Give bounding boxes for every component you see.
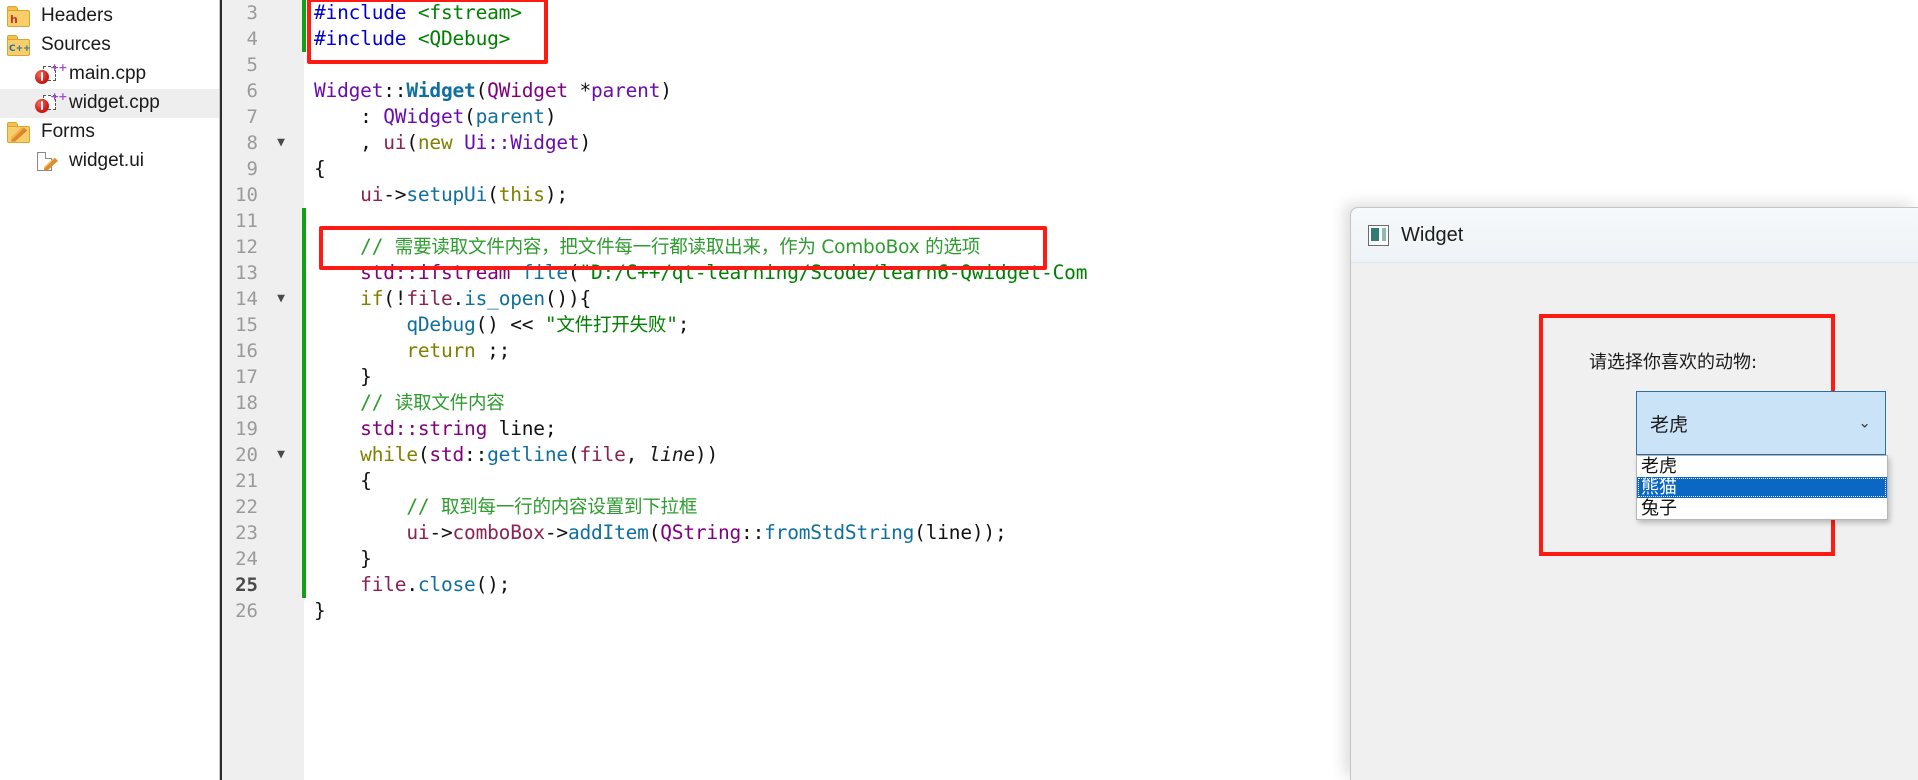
line-number: 7 — [246, 106, 258, 128]
code-line-8: , ui(new Ui::Widget) — [314, 131, 592, 154]
combobox-dropdown-list[interactable]: 老虎 熊猫 兔子 — [1636, 455, 1888, 520]
code-line-23: ui->comboBox->addItem(QString::fromStdSt… — [406, 521, 1007, 544]
code-line-20: while(std::getline(file, line)) — [360, 443, 718, 466]
code-line-14: if(!file.is_open()){ — [360, 287, 592, 310]
tree-item-label: widget.ui — [69, 150, 144, 171]
line-number: 12 — [235, 236, 258, 258]
qt-window-title: Widget — [1401, 223, 1464, 246]
code-line-26: } — [314, 599, 326, 622]
code-line-12: // 需要读取文件内容，把文件每一行都读取出来，作为 ComboBox 的选项 — [314, 235, 981, 258]
tree-item-sources[interactable]: C++ Sources — [0, 31, 219, 60]
code-line-22: // 取到每一行的内容设置到下拉框 — [314, 495, 698, 518]
code-line-15: qDebug() << "文件打开失败"; — [406, 313, 690, 336]
tree-item-widget-cpp[interactable]: ++ widget.cpp — [0, 89, 219, 118]
line-number: 3 — [246, 2, 258, 24]
tree-item-label: widget.cpp — [69, 92, 160, 113]
line-number: 19 — [235, 418, 258, 440]
line-number: 22 — [235, 496, 258, 518]
fold-arrow-icon[interactable]: ▼ — [272, 130, 290, 156]
line-number: 16 — [235, 340, 258, 362]
line-number: 8 — [246, 132, 258, 154]
code-line-3: #include <fstream> — [314, 1, 522, 24]
widget-app-icon — [1368, 224, 1389, 246]
line-number: 24 — [235, 548, 258, 570]
tree-item-main-cpp[interactable]: ++ main.cpp — [0, 60, 219, 89]
code-line-21: { — [314, 469, 372, 492]
line-number: 4 — [246, 28, 258, 50]
tree-item-forms[interactable]: Forms — [0, 118, 219, 147]
code-line-4: #include <QDebug> — [314, 27, 511, 50]
line-number: 15 — [235, 314, 258, 336]
code-line-17: } — [314, 365, 372, 388]
code-line-16: return ;; — [406, 339, 511, 362]
tree-item-label: Forms — [41, 121, 95, 142]
code-line-25: file.close(); — [360, 573, 511, 596]
qt-widget-window[interactable]: Widget 请选择你喜欢的动物: 老虎 ⌄ 老虎 熊猫 兔子 — [1350, 207, 1918, 780]
code-line-10: ui->setupUi(this); — [360, 183, 568, 206]
combobox-selected-value: 老虎 — [1650, 413, 1689, 436]
qt-window-body: 请选择你喜欢的动物: 老虎 ⌄ 老虎 熊猫 兔子 — [1351, 263, 1918, 780]
line-number: 5 — [246, 54, 258, 76]
fold-arrow-icon[interactable]: ▼ — [272, 442, 290, 468]
line-number: 17 — [235, 366, 258, 388]
code-line-24: } — [314, 547, 372, 570]
line-number: 10 — [235, 184, 258, 206]
tree-item-label: Sources — [41, 34, 111, 55]
tree-item-headers[interactable]: h Headers — [0, 2, 219, 31]
tree-item-label: Headers — [41, 5, 113, 26]
code-line-7: : QWidget(parent) — [314, 105, 557, 128]
animal-combobox[interactable]: 老虎 ⌄ — [1636, 391, 1886, 455]
code-line-19: std::string line; — [360, 417, 557, 440]
folder-cpp-icon: C++ — [6, 34, 32, 57]
line-number-current: 25 — [235, 574, 258, 596]
line-number: 23 — [235, 522, 258, 544]
tree-item-label: main.cpp — [69, 63, 147, 84]
project-tree-sidebar: h Headers C++ Sources ++ main.cpp ++ wid… — [0, 0, 220, 780]
qt-window-titlebar[interactable]: Widget — [1351, 208, 1918, 263]
line-number: 13 — [235, 262, 258, 284]
code-line-13: std::ifstream file("D:/C++/qt-learning/S… — [360, 261, 1088, 284]
line-number: 20 — [235, 444, 258, 466]
animal-prompt-label: 请选择你喜欢的动物: — [1589, 352, 1758, 373]
code-line-6: Widget::Widget(QWidget *parent) — [314, 79, 672, 102]
folder-form-icon — [6, 121, 32, 144]
line-number: 9 — [246, 158, 258, 180]
folder-h-icon: h — [6, 5, 32, 28]
line-number-gutter: 3 4 5 6 7 8 ▼ 9 10 11 12 13 14 ▼ 15 16 1… — [220, 0, 306, 780]
combobox-option[interactable]: 老虎 — [1637, 456, 1887, 477]
chevron-down-icon[interactable]: ⌄ — [1858, 416, 1871, 431]
ui-file-icon — [34, 150, 60, 174]
app-window: h Headers C++ Sources ++ main.cpp ++ wid… — [0, 0, 1918, 780]
line-number: 18 — [235, 392, 258, 414]
cpp-file-icon: ++ — [34, 62, 67, 87]
line-number: 21 — [235, 470, 258, 492]
line-number: 11 — [235, 210, 258, 232]
code-line-18: // 读取文件内容 — [314, 391, 505, 414]
combobox-option-highlighted[interactable]: 熊猫 — [1637, 477, 1887, 498]
tree-item-widget-ui[interactable]: widget.ui — [0, 147, 219, 176]
animal-selection-highlight: 请选择你喜欢的动物: 老虎 ⌄ 老虎 熊猫 兔子 — [1539, 314, 1888, 556]
line-number: 26 — [235, 600, 258, 622]
line-number: 6 — [246, 80, 258, 102]
combobox-option[interactable]: 兔子 — [1637, 498, 1887, 519]
cpp-file-icon: ++ — [34, 91, 67, 116]
fold-arrow-icon[interactable]: ▼ — [272, 286, 290, 312]
code-line-9: { — [314, 157, 326, 180]
line-number: 14 — [235, 288, 258, 310]
